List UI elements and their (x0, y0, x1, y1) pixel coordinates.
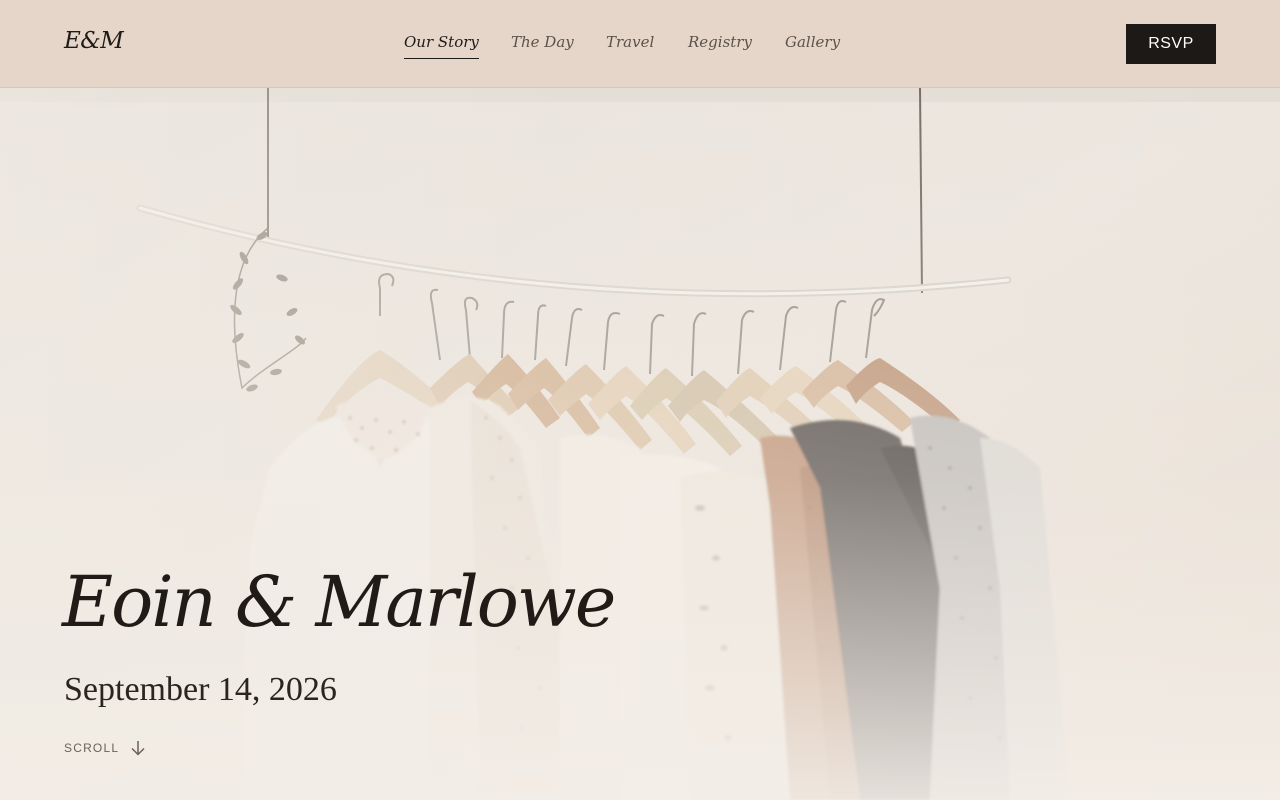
arrow-down-icon (131, 741, 145, 756)
rsvp-button[interactable]: RSVP (1126, 24, 1216, 64)
scroll-label: SCROLL (64, 741, 120, 755)
site-header: E&M Our Story The Day Travel Registry Ga… (0, 0, 1280, 88)
nav-item-the-day[interactable]: The Day (511, 30, 574, 59)
hero-section: Eoin & Marlowe September 14, 2026 SCROLL (0, 88, 1280, 800)
nav-item-our-story[interactable]: Our Story (404, 30, 479, 59)
nav-item-registry[interactable]: Registry (688, 30, 752, 59)
scroll-indicator[interactable]: SCROLL (64, 738, 147, 758)
nav-item-travel[interactable]: Travel (606, 30, 654, 59)
wedding-date: September 14, 2026 (64, 671, 337, 708)
nav-item-gallery[interactable]: Gallery (785, 30, 840, 59)
couple-names-heading: Eoin & Marlowe (62, 561, 616, 643)
site-logo[interactable]: E&M (64, 28, 124, 54)
